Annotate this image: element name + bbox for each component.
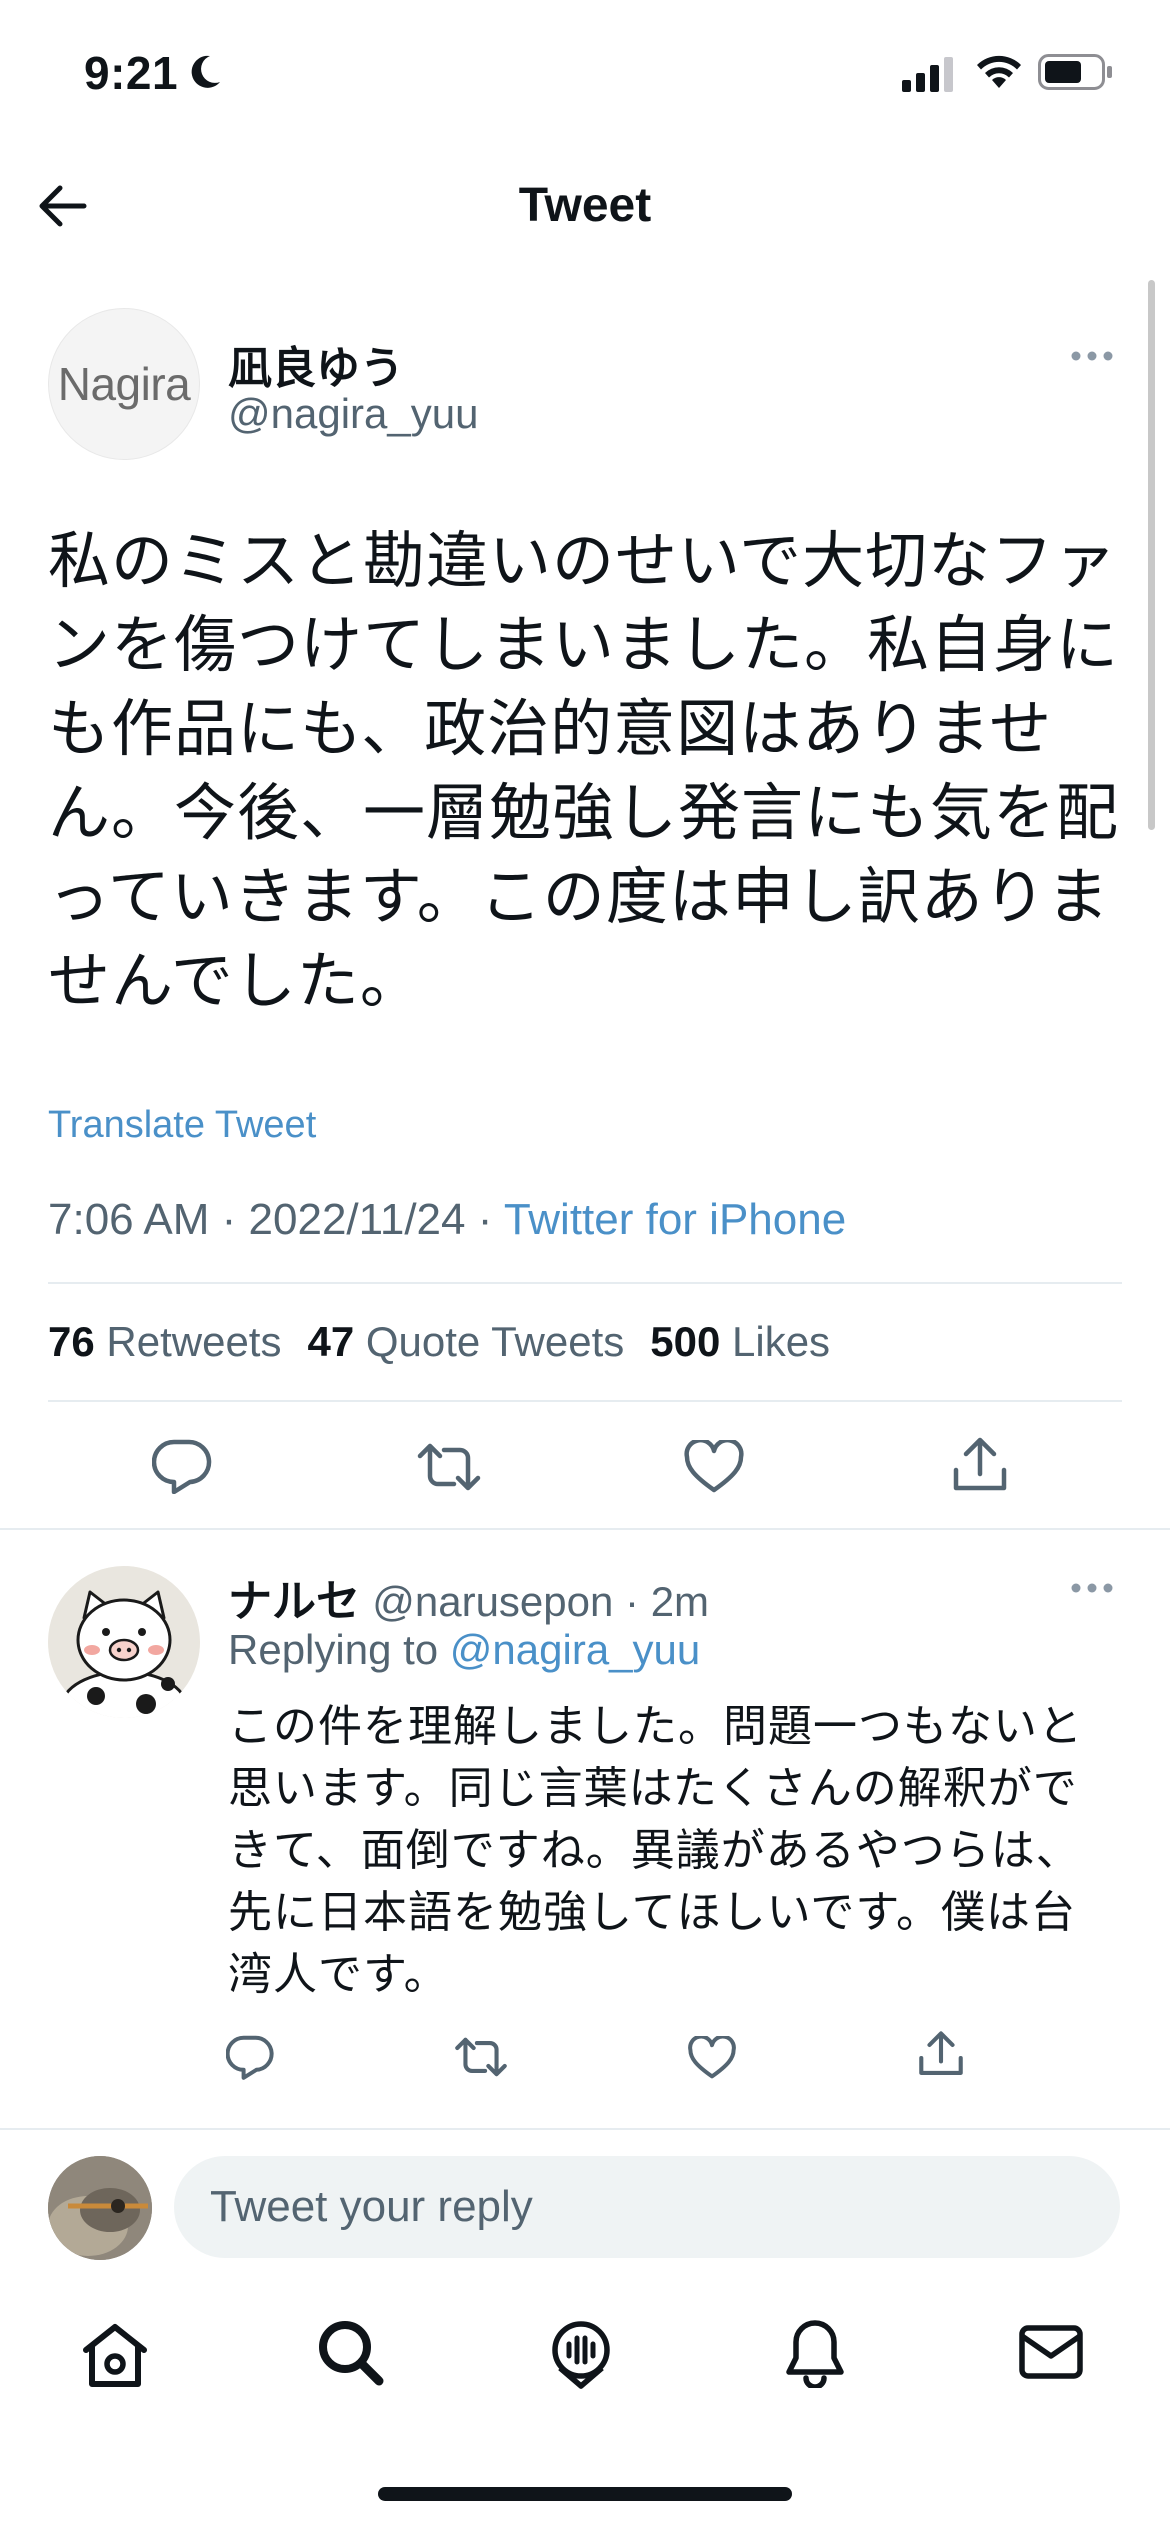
home-icon <box>83 2324 147 2387</box>
likes-stat[interactable]: 500 Likes <box>650 1318 830 1365</box>
retweet-icon <box>417 1443 481 1491</box>
notifications-icon <box>786 2320 844 2388</box>
reply-button[interactable] <box>152 1438 212 1494</box>
author-name[interactable]: 凪良ゆう <box>228 332 404 396</box>
spaces-icon <box>552 2321 610 2389</box>
nav-home[interactable] <box>80 2322 150 2388</box>
author-avatar[interactable]: Nagira <box>48 308 200 460</box>
reply-more-options-icon[interactable] <box>1070 1582 1114 1594</box>
wifi-icon <box>974 52 1024 90</box>
home-indicator[interactable] <box>378 2487 792 2501</box>
tweet-stats: 76 Retweets 47 Quote Tweets 500 Likes <box>48 1318 830 1366</box>
retweets-stat[interactable]: 76 Retweets <box>48 1318 281 1365</box>
replying-to: Replying to @nagira_yuu <box>228 1626 701 1673</box>
like-button[interactable] <box>684 1440 744 1494</box>
current-user-avatar[interactable] <box>48 2156 152 2260</box>
translate-tweet-link[interactable]: Translate Tweet <box>48 1104 316 1147</box>
reply-author-name[interactable]: ナルセ <box>228 1577 360 1626</box>
share-icon <box>919 2031 963 2075</box>
tweet-date: 2022/11/24 <box>248 1195 466 1244</box>
retweet-icon <box>455 2037 507 2077</box>
tweet-meta: 7:06 AM · 2022/11/24 · Twitter for iPhon… <box>48 1195 847 1244</box>
reply-icon <box>226 2035 274 2080</box>
more-options-icon[interactable] <box>1070 350 1114 362</box>
search-icon <box>319 2321 384 2386</box>
divider <box>0 2128 1170 2130</box>
tweet-text: 私のミスと勘違いのせいで大切なファンを傷つけてしまいました。私自身にも作品にも、… <box>48 527 1120 1016</box>
status-time: 9:21 <box>84 47 179 99</box>
quote-tweets-stat[interactable]: 47 Quote Tweets <box>307 1318 624 1365</box>
nav-messages[interactable] <box>1018 2324 1084 2380</box>
reply-share-button[interactable] <box>918 2030 964 2078</box>
reply-like-button[interactable] <box>688 2036 736 2080</box>
tweet-time: 7:06 AM <box>48 1195 210 1244</box>
author-handle[interactable]: @nagira_yuu <box>228 390 478 438</box>
share-icon <box>953 1437 1007 1491</box>
nav-spaces[interactable] <box>546 2318 616 2390</box>
battery-icon <box>1038 54 1114 90</box>
tweet-source-link[interactable]: Twitter for iPhone <box>504 1195 846 1244</box>
reply-author-handle[interactable]: @narusepon <box>372 1578 613 1625</box>
retweet-button[interactable] <box>416 1442 482 1492</box>
messages-icon <box>1019 2325 1083 2379</box>
reply-avatar[interactable] <box>48 1566 200 1718</box>
share-button[interactable] <box>952 1436 1008 1494</box>
like-icon <box>684 1440 744 1493</box>
divider <box>48 1400 1122 1402</box>
reply-age: · 2m <box>613 1578 710 1625</box>
reply-reply-button[interactable] <box>226 2034 274 2080</box>
divider <box>0 1528 1170 1530</box>
replying-to-mention[interactable]: @nagira_yuu <box>450 1626 700 1673</box>
nav-search[interactable] <box>316 2318 384 2386</box>
nav-notifications[interactable] <box>784 2318 846 2388</box>
scrollbar[interactable] <box>1148 280 1155 830</box>
reply-retweet-button[interactable] <box>454 2036 508 2078</box>
moon-icon <box>188 54 222 90</box>
page-title: Tweet <box>518 179 652 232</box>
reply-author[interactable]: ナルセ @narusepon · 2m <box>228 1565 709 1629</box>
reply-input[interactable]: Tweet your reply <box>174 2156 1120 2258</box>
avatar-logo-text: Nagira <box>57 358 191 410</box>
divider <box>48 1282 1122 1284</box>
signal-icon <box>902 56 958 92</box>
like-icon <box>688 2036 736 2079</box>
reply-text: この件を理解しました。問題一つもないと思います。同じ言葉はたくさんの解釈ができて… <box>228 1702 1083 1999</box>
reply-icon <box>152 1439 212 1494</box>
